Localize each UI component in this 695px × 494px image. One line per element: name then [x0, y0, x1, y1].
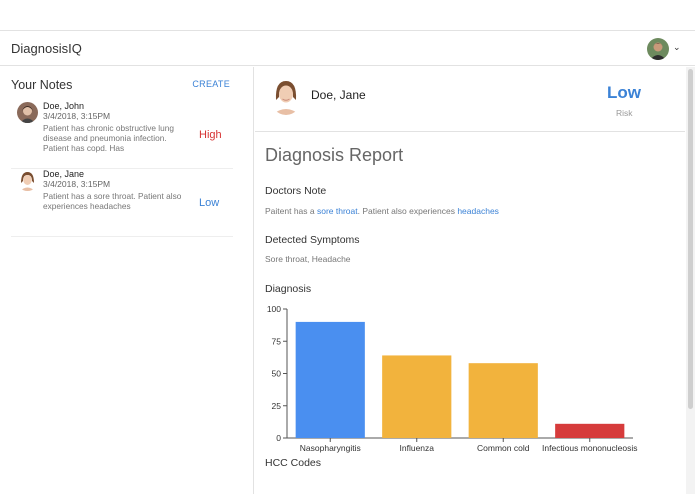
- scrollbar-thumb[interactable]: [688, 69, 693, 409]
- x-tick-label: Nasopharyngitis: [300, 443, 361, 453]
- y-tick-label: 0: [276, 433, 281, 443]
- symptom-link[interactable]: sore throat: [317, 206, 358, 216]
- diagnosis-bar-chart: 0 25 50 75 100 Nasopharyngitis Influenza Common…: [267, 304, 638, 453]
- y-tick-label: 75: [272, 336, 282, 346]
- note-patient-name: Doe, John: [43, 101, 85, 111]
- note-preview: Patient has a sore throat. Patient also …: [43, 191, 182, 211]
- hcc-codes-title: HCC Codes: [265, 457, 322, 469]
- doctors-note-text: Paitent has a sore throat. Patient also …: [265, 206, 499, 216]
- bar-common-cold: [468, 363, 538, 438]
- chevron-down-icon[interactable]: ⌄: [673, 42, 681, 53]
- report-panel: Doe, Jane Low Risk Diagnosis Report Doct…: [255, 67, 685, 494]
- avatar: [270, 78, 302, 115]
- risk-label: Risk: [616, 108, 633, 118]
- y-tick-label: 25: [272, 401, 282, 411]
- risk-level: Low: [607, 83, 641, 102]
- user-avatar-icon: [647, 38, 669, 60]
- user-avatar[interactable]: [647, 38, 669, 60]
- symptoms-title: Detected Symptoms: [265, 234, 360, 246]
- notes-sidebar: Your Notes CREATE Doe, John 3/4/2018, 3:…: [0, 67, 254, 494]
- report-title: Diagnosis Report: [265, 145, 404, 165]
- symptoms-text: Sore throat, Headache: [265, 254, 351, 264]
- top-bar: DiagnosisIQ ⌄: [0, 30, 695, 66]
- patient-header: Doe, Jane Low Risk: [255, 67, 685, 132]
- note-item-john[interactable]: Doe, John 3/4/2018, 3:15PM Patient has c…: [11, 101, 233, 169]
- create-note-button[interactable]: CREATE: [192, 79, 230, 89]
- note-risk-badge: High: [199, 129, 222, 141]
- symptom-link[interactable]: headaches: [457, 206, 499, 216]
- note-risk-badge: Low: [199, 197, 220, 209]
- app-title: DiagnosisIQ: [11, 41, 82, 56]
- x-tick-label: Influenza: [400, 443, 435, 453]
- bar-nasopharyngitis: [295, 321, 365, 438]
- x-tick-label: Infectious mononucleosis: [542, 443, 637, 453]
- scrollbar[interactable]: [686, 67, 695, 494]
- patient-avatar-icon: [17, 102, 38, 123]
- notes-heading: Your Notes: [11, 78, 73, 92]
- bar-infectious-mononucleosis: [555, 423, 625, 438]
- patient-name: Doe, Jane: [311, 88, 366, 102]
- note-preview: Patient has chronic obstructive lung dis…: [43, 123, 174, 153]
- bar-influenza: [382, 355, 452, 438]
- note-patient-name: Doe, Jane: [43, 169, 85, 179]
- note-text-segment: Paitent has a: [265, 206, 317, 216]
- doctors-note-title: Doctors Note: [265, 185, 327, 197]
- note-text-segment: . Patient also experiences: [357, 206, 458, 216]
- patient-avatar-icon: [270, 78, 302, 115]
- note-date: 3/4/2018, 3:15PM: [43, 111, 111, 121]
- avatar: [17, 102, 38, 123]
- y-tick-label: 50: [272, 369, 282, 379]
- patient-avatar-icon: [17, 170, 38, 191]
- note-item-jane[interactable]: Doe, Jane 3/4/2018, 3:15PM Patient has a…: [11, 169, 233, 237]
- y-tick-label: 100: [267, 304, 281, 314]
- x-tick-label: Common cold: [477, 443, 530, 453]
- avatar: [17, 170, 38, 191]
- diagnosis-title: Diagnosis: [265, 283, 312, 295]
- note-date: 3/4/2018, 3:15PM: [43, 179, 111, 189]
